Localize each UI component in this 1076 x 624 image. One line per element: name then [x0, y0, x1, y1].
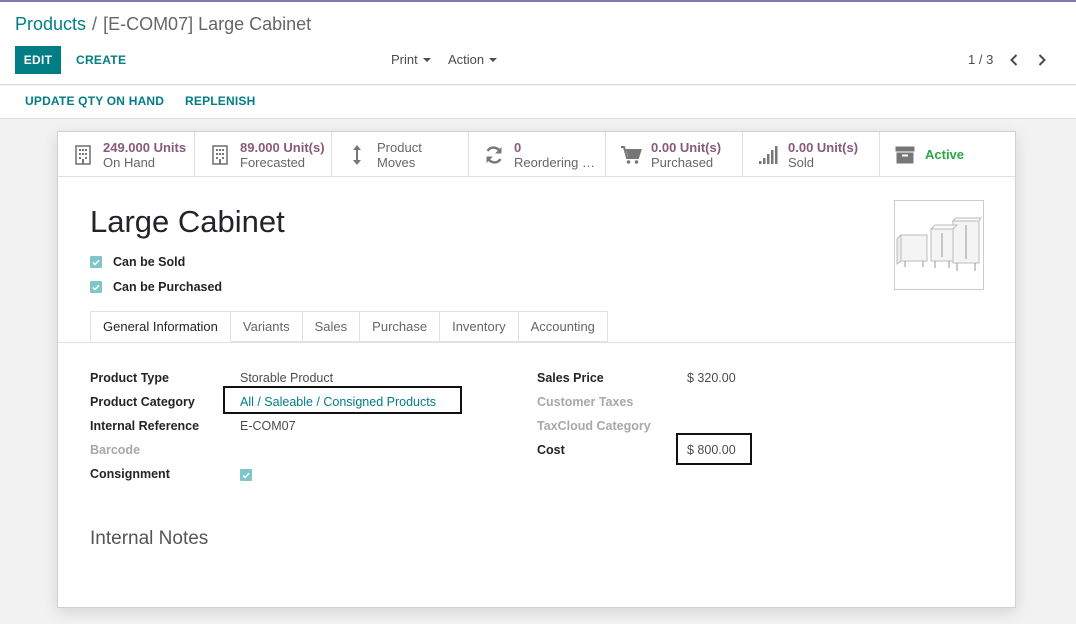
reordering-rules-smart-button[interactable]: 0 Reordering Rules — [469, 132, 606, 177]
pager-value[interactable]: 1 / 3 — [968, 52, 993, 67]
smart-button-box: 249.000 Units On Hand 89.000 Unit(s) For… — [58, 132, 1015, 177]
reordering-rules-label: Reordering Rules — [514, 155, 602, 170]
tab-purchase[interactable]: Purchase — [360, 311, 441, 342]
breadcrumb: Products / [E-COM07] Large Cabinet — [15, 14, 311, 35]
sold-value: 0.00 Unit(s) — [788, 140, 859, 155]
barcode-label: Barcode — [90, 443, 141, 457]
customer-taxes-label: Customer Taxes — [537, 395, 634, 409]
form-sheet: 249.000 Units On Hand 89.000 Unit(s) For… — [57, 131, 1016, 608]
active-toggle-button[interactable]: Active — [880, 132, 1015, 177]
cabinet-photo — [895, 201, 983, 289]
pager-next-button[interactable] — [1034, 51, 1050, 69]
building-icon — [72, 144, 94, 166]
checkmark-icon — [242, 472, 250, 479]
purchased-value: 0.00 Unit(s) — [651, 140, 722, 155]
product-name[interactable]: Large Cabinet — [90, 204, 285, 240]
forecasted-label: Forecasted — [240, 155, 306, 170]
breadcrumb-separator: / — [92, 14, 98, 34]
cost-value[interactable]: $ 800.00 — [687, 443, 736, 457]
form-tabs: General Information Variants Sales Purch… — [90, 311, 608, 342]
caret-down-icon — [489, 57, 498, 62]
caret-down-icon — [422, 57, 431, 62]
internal-reference-label: Internal Reference — [90, 419, 200, 433]
consignment-label: Consignment — [90, 467, 170, 481]
update-qty-on-hand-button[interactable]: UPDATE QTY ON HAND — [25, 94, 164, 108]
checkmark-icon — [92, 259, 100, 266]
can-be-purchased-row: Can be Purchased — [90, 280, 222, 294]
refresh-icon — [483, 144, 505, 166]
archive-icon — [894, 144, 916, 166]
product-image[interactable] — [894, 200, 984, 290]
action-label: Action — [448, 52, 485, 67]
building-icon — [209, 144, 231, 166]
up-down-arrows-icon — [346, 144, 368, 166]
status-bar: UPDATE QTY ON HAND REPLENISH — [0, 86, 1076, 119]
internal-reference-value[interactable]: E-COM07 — [240, 419, 296, 433]
breadcrumb-products-link[interactable]: Products — [15, 14, 86, 34]
tab-divider — [58, 342, 1015, 343]
pager-previous-button[interactable] — [1006, 51, 1022, 69]
checkmark-icon — [92, 284, 100, 291]
signal-bars-icon — [757, 144, 779, 166]
purchased-label: Purchased — [651, 155, 714, 170]
chevron-right-icon — [1038, 54, 1046, 66]
purchased-smart-button[interactable]: 0.00 Unit(s) Purchased — [606, 132, 743, 177]
can-be-purchased-checkbox[interactable] — [90, 281, 102, 293]
forecasted-smart-button[interactable]: 89.000 Unit(s) Forecasted — [195, 132, 332, 177]
consignment-checkbox[interactable] — [240, 469, 252, 481]
sold-smart-button[interactable]: 0.00 Unit(s) Sold — [743, 132, 880, 177]
cart-icon — [620, 144, 642, 166]
can-be-sold-checkbox[interactable] — [90, 256, 102, 268]
product-category-link[interactable]: All / Saleable / Consigned Products — [240, 395, 436, 409]
sold-label: Sold — [788, 155, 815, 170]
edit-button[interactable]: EDIT — [15, 46, 61, 74]
tab-inventory[interactable]: Inventory — [440, 311, 519, 342]
tab-accounting[interactable]: Accounting — [518, 311, 608, 342]
product-moves-label: Moves — [377, 155, 416, 170]
print-label: Print — [391, 52, 418, 67]
can-be-purchased-label: Can be Purchased — [113, 280, 223, 294]
control-panel: Products / [E-COM07] Large Cabinet EDIT CR… — [0, 2, 1076, 85]
action-dropdown[interactable]: Action — [448, 52, 498, 67]
product-type-value[interactable]: Storable Product — [240, 371, 333, 385]
on-hand-smart-button[interactable]: 249.000 Units On Hand — [58, 132, 195, 177]
tab-sales[interactable]: Sales — [302, 311, 361, 342]
on-hand-label: On Hand — [103, 155, 156, 170]
replenish-button[interactable]: REPLENISH — [185, 94, 255, 108]
print-dropdown[interactable]: Print — [391, 52, 431, 67]
create-button[interactable]: CREATE — [68, 46, 134, 74]
taxcloud-category-label: TaxCloud Category — [537, 419, 651, 433]
product-type-label: Product Type — [90, 371, 169, 385]
active-status: Active — [925, 147, 965, 162]
tab-general-information[interactable]: General Information — [90, 311, 231, 342]
tab-variants[interactable]: Variants — [230, 311, 303, 342]
cost-label: Cost — [537, 443, 565, 457]
forecasted-value: 89.000 Unit(s) — [240, 140, 325, 155]
breadcrumb-current: [E-COM07] Large Cabinet — [103, 14, 312, 34]
product-moves-smart-button[interactable]: Product Moves — [332, 132, 469, 177]
can-be-sold-row: Can be Sold — [90, 255, 185, 269]
reordering-rules-value: 0 — [514, 140, 522, 155]
sales-price-value[interactable]: $ 320.00 — [687, 371, 736, 385]
product-moves-value: Product — [377, 140, 422, 155]
sales-price-label: Sales Price — [537, 371, 604, 385]
chevron-left-icon — [1010, 54, 1018, 66]
on-hand-value: 249.000 Units — [103, 140, 187, 155]
product-category-label: Product Category — [90, 395, 195, 409]
can-be-sold-label: Can be Sold — [113, 255, 186, 269]
internal-notes-heading: Internal Notes — [90, 528, 209, 549]
